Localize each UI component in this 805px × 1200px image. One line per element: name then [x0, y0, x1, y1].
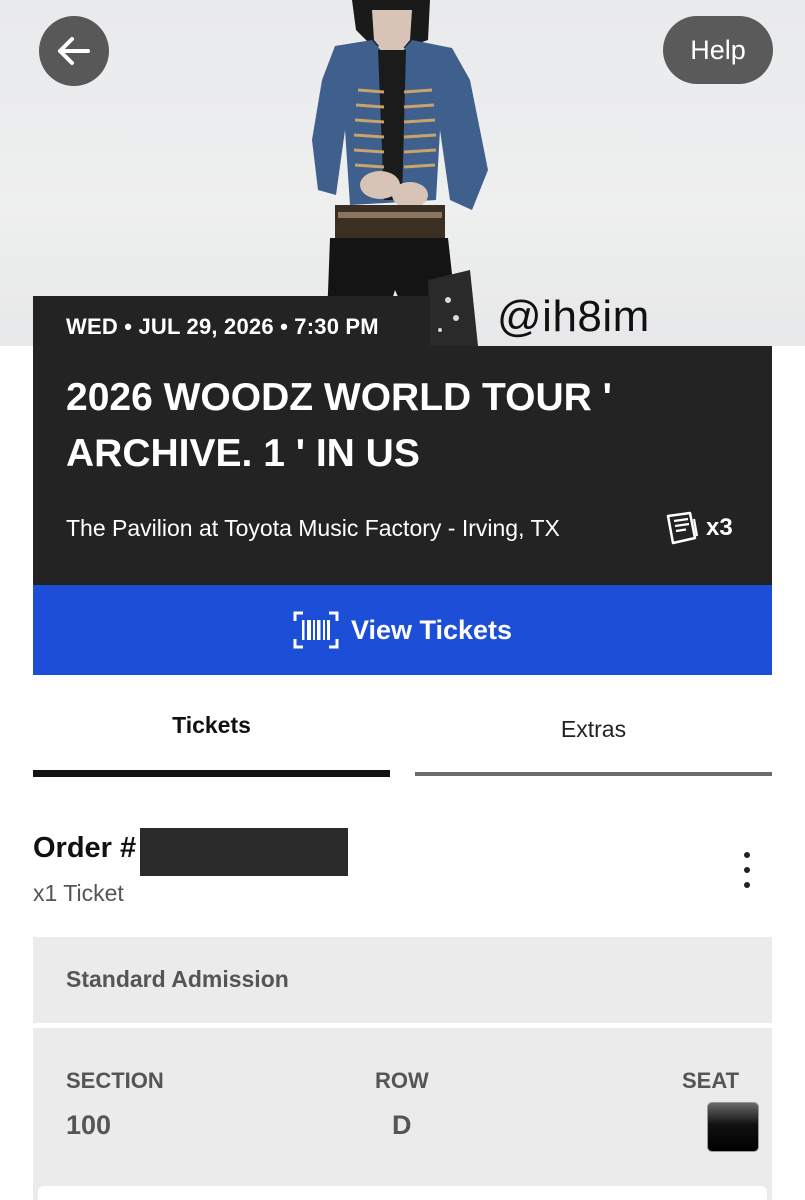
admission-type: Standard Admission [66, 966, 289, 992]
help-button[interactable]: Help [663, 16, 773, 84]
order-ticket-quantity: x1 Ticket [33, 880, 124, 906]
tab-extras-indicator [415, 772, 772, 776]
tab-tickets-indicator [33, 770, 390, 777]
row-value: D [392, 1110, 412, 1140]
section-label: SECTION [66, 1068, 164, 1093]
watermark-text: @ih8im [497, 292, 650, 341]
tab-extras[interactable]: Extras [415, 716, 772, 743]
barcode-icon [293, 611, 339, 649]
event-hero-image: Help [0, 0, 805, 346]
row-label: ROW [375, 1068, 429, 1093]
order-number-redaction [140, 828, 348, 876]
event-date: WED • JUL 29, 2026 • 7:30 PM [66, 314, 379, 339]
tickets-icon [666, 511, 699, 545]
seat-label: SEAT [682, 1068, 740, 1093]
ticket-count-badge: x3 [664, 510, 733, 546]
order-number-label: Order # [33, 832, 137, 864]
event-venue: The Pavilion at Toyota Music Factory - I… [66, 515, 560, 541]
back-button[interactable] [39, 16, 109, 86]
section-value: 100 [66, 1110, 112, 1140]
arrow-left-icon [58, 37, 90, 65]
seat-value-redaction [707, 1102, 759, 1152]
view-tickets-button[interactable]: View Tickets [33, 585, 772, 675]
more-options-icon[interactable] [735, 852, 759, 888]
event-title: 2026 WOODZ WORLD TOUR ' ARCHIVE. 1 ' IN … [66, 376, 612, 475]
view-tickets-label: View Tickets [350, 614, 513, 645]
ticket-count-value: x3 [706, 514, 733, 541]
ticket-card-edge [38, 1186, 767, 1200]
tab-tickets[interactable]: Tickets [33, 712, 390, 739]
